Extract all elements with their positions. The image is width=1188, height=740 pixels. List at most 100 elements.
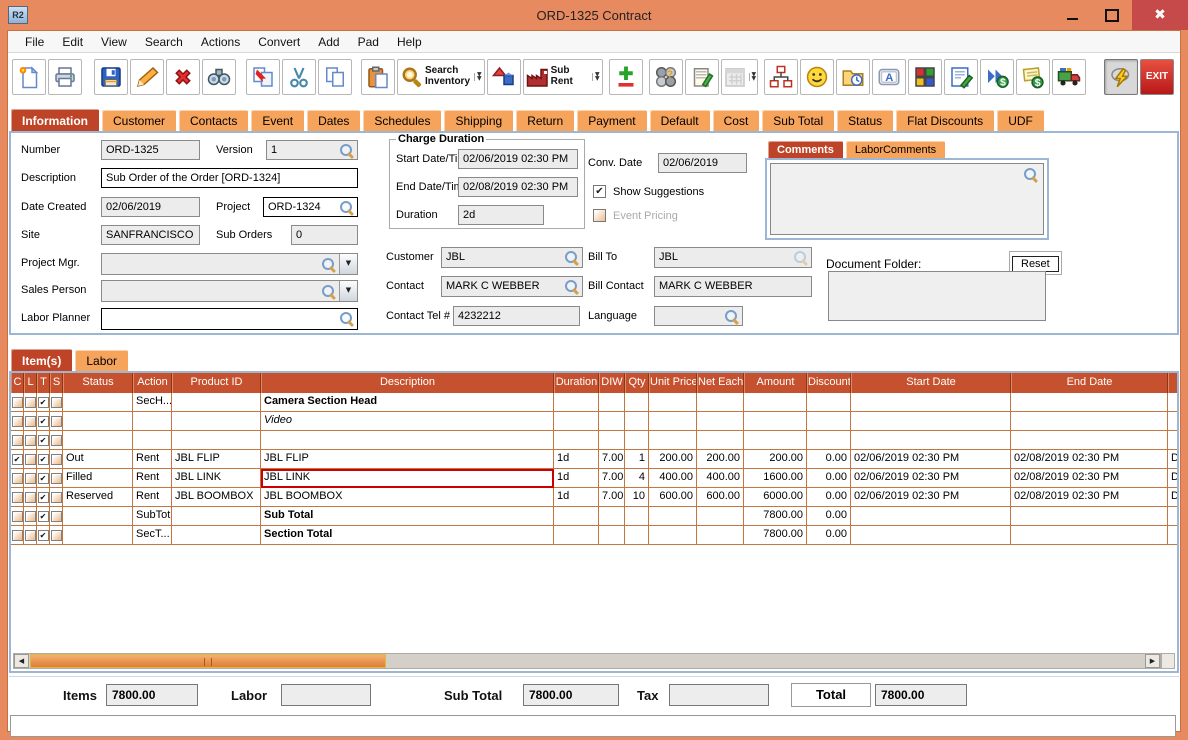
cell-status[interactable] <box>63 412 133 431</box>
cell-end-date[interactable]: 02/08/2019 02:30 PM <box>1011 450 1168 469</box>
cell-check-s[interactable] <box>50 488 63 507</box>
cell-duration[interactable] <box>554 412 599 431</box>
cell-unit-price[interactable] <box>649 393 697 412</box>
cell-diw[interactable] <box>599 393 625 412</box>
bill-to-field[interactable]: JBL <box>654 247 812 268</box>
cell-check-s[interactable] <box>50 526 63 545</box>
cell-end-date[interactable]: 02/08/2019 02:30 PM <box>1011 488 1168 507</box>
cell-amount[interactable] <box>744 412 807 431</box>
cell-status[interactable] <box>63 526 133 545</box>
items-tab-labor[interactable]: Labor <box>74 349 129 371</box>
cell-discount[interactable]: 0.00 <box>807 488 851 507</box>
cell-check-s[interactable] <box>50 450 63 469</box>
cell-status[interactable]: Out <box>63 450 133 469</box>
cell-check-c[interactable] <box>11 412 24 431</box>
cell-check-c[interactable] <box>11 526 24 545</box>
col-amount[interactable]: Amount <box>744 373 807 393</box>
cell-description[interactable] <box>261 431 554 450</box>
cell-duration[interactable]: 1d <box>554 488 599 507</box>
cell-start-date[interactable]: 02/06/2019 02:30 PM <box>851 450 1011 469</box>
menu-search[interactable]: Search <box>136 32 192 52</box>
col-qty[interactable]: Qty <box>625 373 649 393</box>
cell-check-t[interactable]: ✔ <box>37 488 50 507</box>
contact-lookup-icon[interactable] <box>565 280 578 293</box>
paste-button[interactable] <box>361 59 395 95</box>
cell-discount[interactable] <box>807 412 851 431</box>
cubes-button[interactable] <box>908 59 942 95</box>
delete-button[interactable] <box>166 59 200 95</box>
save-button[interactable] <box>94 59 128 95</box>
add-button[interactable] <box>609 59 643 95</box>
edit-button[interactable] <box>130 59 164 95</box>
tab-dates[interactable]: Dates <box>306 109 361 131</box>
cell-check-t[interactable]: ✔ <box>37 507 50 526</box>
number-field[interactable]: ORD-1325 <box>101 140 200 160</box>
cell-net-each[interactable] <box>697 412 744 431</box>
cell-duration[interactable]: 1d <box>554 469 599 488</box>
col-action[interactable]: Action <box>133 373 172 393</box>
scroll-left-button[interactable]: ◀ <box>14 654 29 668</box>
cell-product-id[interactable]: JBL LINK <box>172 469 261 488</box>
col-unit-price[interactable]: Unit Price <box>649 373 697 393</box>
labor-planner-field[interactable] <box>101 308 358 330</box>
cell-extra[interactable]: D <box>1168 469 1179 488</box>
cell-check-t[interactable]: ✔ <box>37 393 50 412</box>
cell-check-l[interactable] <box>24 450 37 469</box>
truck-button[interactable] <box>1052 59 1086 95</box>
cell-discount[interactable]: 0.00 <box>807 507 851 526</box>
cell-discount[interactable] <box>807 431 851 450</box>
cell-check-t[interactable]: ✔ <box>37 412 50 431</box>
cell-net-each[interactable] <box>697 526 744 545</box>
cell-extra[interactable] <box>1168 526 1179 545</box>
tab-cost[interactable]: Cost <box>712 109 761 131</box>
version-field[interactable]: 1 <box>266 140 358 160</box>
tab-shipping[interactable]: Shipping <box>443 109 514 131</box>
col-end-date[interactable]: End Date <box>1011 373 1168 393</box>
col-duration[interactable]: Duration <box>554 373 599 393</box>
tab-flat-discounts[interactable]: Flat Discounts <box>895 109 995 131</box>
cell-extra[interactable] <box>1168 393 1179 412</box>
cell-product-id[interactable] <box>172 412 261 431</box>
cell-check-c[interactable] <box>11 393 24 412</box>
cell-product-id[interactable] <box>172 526 261 545</box>
money-forward-button[interactable]: $ <box>980 59 1014 95</box>
col-start-date[interactable]: Start Date <box>851 373 1011 393</box>
col-status[interactable]: Status <box>63 373 133 393</box>
minimize-button[interactable] <box>1052 0 1092 30</box>
conv-date-field[interactable]: 02/06/2019 <box>658 153 747 173</box>
cell-end-date[interactable] <box>1011 431 1168 450</box>
cell-start-date[interactable] <box>851 507 1011 526</box>
cell-extra[interactable]: D <box>1168 450 1179 469</box>
cell-extra[interactable]: D <box>1168 488 1179 507</box>
cell-action[interactable]: SecT... <box>133 526 172 545</box>
cell-check-t[interactable]: ✔ <box>37 450 50 469</box>
cell-net-each[interactable] <box>697 431 744 450</box>
menu-convert[interactable]: Convert <box>249 32 309 52</box>
cell-action[interactable] <box>133 412 172 431</box>
find-button[interactable] <box>202 59 236 95</box>
cell-amount[interactable] <box>744 393 807 412</box>
cell-action[interactable]: Rent <box>133 469 172 488</box>
menu-help[interactable]: Help <box>388 32 431 52</box>
duration-field[interactable]: 2d <box>458 205 544 225</box>
tab-event[interactable]: Event <box>250 109 305 131</box>
cell-status[interactable] <box>63 393 133 412</box>
tab-payment[interactable]: Payment <box>576 109 647 131</box>
tab-default[interactable]: Default <box>649 109 711 131</box>
cell-description[interactable]: Section Total <box>261 526 554 545</box>
cell-amount[interactable]: 1600.00 <box>744 469 807 488</box>
cell-status[interactable]: Filled <box>63 469 133 488</box>
cell-check-s[interactable] <box>50 469 63 488</box>
cell-description[interactable]: JBL FLIP <box>261 450 554 469</box>
comments-textarea[interactable] <box>770 163 1044 235</box>
exit-button[interactable]: EXIT <box>1140 59 1174 95</box>
col-t[interactable]: T <box>37 373 50 393</box>
cell-amount[interactable]: 7800.00 <box>744 507 807 526</box>
cell-diw[interactable]: 7.00 <box>599 450 625 469</box>
cell-product-id[interactable] <box>172 507 261 526</box>
cell-amount[interactable] <box>744 431 807 450</box>
tab-udf[interactable]: UDF <box>996 109 1045 131</box>
cell-unit-price[interactable]: 400.00 <box>649 469 697 488</box>
labor-planner-lookup-icon[interactable] <box>340 312 353 325</box>
items-tab-item-s-[interactable]: Item(s) <box>10 348 73 371</box>
